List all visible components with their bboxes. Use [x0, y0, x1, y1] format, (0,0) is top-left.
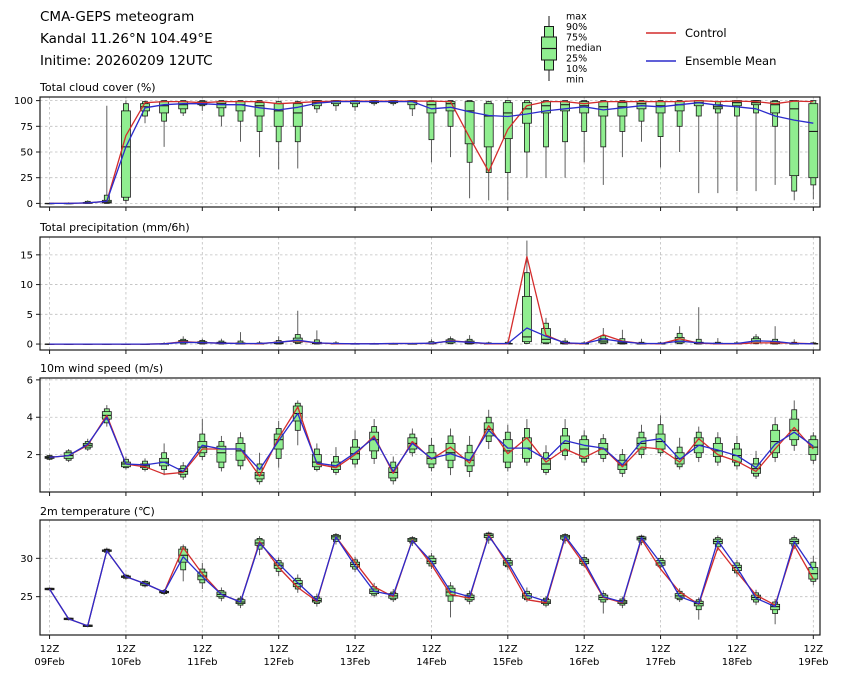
box-25-75-step-10: [236, 102, 245, 111]
x-tick-hour: 12Z: [498, 644, 518, 655]
x-axis-labels: 12Z 09Feb 12Z 10Feb 12Z 11Feb 12Z 12Feb 12Z 13Feb…: [34, 644, 828, 668]
panel-title-wind: 10m wind speed (m/s): [40, 362, 163, 375]
x-tick-date: 17Feb: [645, 657, 675, 668]
x-tick-date: 15Feb: [493, 657, 523, 668]
init-time: Initime: 20260209 12UTC: [40, 53, 213, 69]
y-tick-label: 10: [20, 280, 33, 291]
x-tick-date: 11Feb: [187, 657, 217, 668]
box-25-75-step-39: [790, 419, 799, 440]
box-25-75-step-24: [503, 103, 512, 139]
x-tick-date: 12Feb: [263, 657, 293, 668]
panel-title-temp: 2m temperature (℃): [40, 505, 155, 518]
x-tick-date: 10Feb: [111, 657, 141, 668]
panel-frame: [40, 520, 820, 635]
legend-label-10: 10%: [566, 64, 587, 75]
y-tick-label: 25: [20, 592, 33, 603]
x-tick-hour: 12Z: [804, 644, 824, 655]
box-25-75-step-39: [790, 101, 799, 176]
panel-frame: [40, 237, 820, 350]
x-tick-hour: 12Z: [574, 644, 594, 655]
box-25-75-step-11: [255, 103, 264, 116]
panel-frame: [40, 378, 820, 492]
x-tick-date: 14Feb: [416, 657, 446, 668]
x-tick-hour: 12Z: [116, 644, 136, 655]
y-tick-label: 6: [27, 375, 33, 386]
figure-header: CMA-GEPS meteogram Kandal 11.26°N 104.49…: [40, 9, 213, 69]
legend-label-median: median: [566, 43, 602, 54]
control-legend-label: Control: [685, 26, 727, 40]
meteogram-figure: CMA-GEPS meteogram Kandal 11.26°N 104.49…: [0, 0, 841, 680]
x-tick-hour: 12Z: [40, 644, 60, 655]
ensemble-legend-label: Ensemble Mean: [685, 54, 776, 68]
box-25-75-step-23: [484, 104, 493, 147]
y-tick-label: 30: [20, 554, 33, 565]
y-tick-label: 100: [14, 96, 33, 107]
x-tick-date: 18Feb: [722, 657, 752, 668]
cloud-cover-panel: 0 25 50 75 100: [14, 96, 820, 211]
y-tick-label: 4: [27, 413, 33, 424]
box-25-75-step-30: [618, 103, 627, 116]
y-tick-label: 25: [20, 173, 33, 184]
y-tick-label: 0: [27, 199, 33, 210]
x-tick-hour: 12Z: [345, 644, 365, 655]
y-tick-label: 15: [20, 250, 33, 261]
x-tick-hour: 12Z: [422, 644, 442, 655]
panel-title-cloud: Total cloud cover (%): [39, 81, 156, 94]
temperature-panel: 25 30: [20, 520, 820, 639]
legend-label-90: 90%: [566, 22, 587, 33]
box-25-75-step-6: [160, 102, 169, 113]
y-tick-label: 0: [27, 340, 33, 351]
x-tick-hour: 12Z: [651, 644, 671, 655]
box-25-75-step-25: [522, 296, 531, 341]
line-legend: Control Ensemble Mean: [646, 26, 776, 68]
legend-label-max: max: [566, 12, 587, 23]
boxplot-legend: max 90% 75% median 25% 10% min: [542, 12, 602, 86]
x-tick-date: 19Feb: [798, 657, 828, 668]
y-tick-label: 5: [27, 310, 33, 321]
y-tick-label: 50: [20, 148, 33, 159]
panel-title-precip: Total precipitation (mm/6h): [39, 221, 190, 234]
y-tick-label: 2: [27, 450, 33, 461]
box-25-75-step-12: [274, 104, 283, 127]
box-25-75-step-40: [809, 104, 818, 178]
figure-title: CMA-GEPS meteogram: [40, 9, 194, 25]
legend-label-25: 25%: [566, 54, 587, 65]
x-tick-date: 13Feb: [340, 657, 370, 668]
legend-label-75: 75%: [566, 33, 587, 44]
box-25-75-step-21: [446, 443, 455, 460]
y-tick-label: 75: [20, 122, 33, 133]
x-tick-hour: 12Z: [193, 644, 213, 655]
x-tick-date: 09Feb: [34, 657, 64, 668]
box-25-75-step-33: [675, 102, 684, 111]
meteogram-canvas: CMA-GEPS meteogram Kandal 11.26°N 104.49…: [0, 0, 841, 680]
wind-speed-panel: 2 4 6: [27, 375, 820, 496]
x-tick-hour: 12Z: [269, 644, 289, 655]
precipitation-panel: 0 5 10 15: [20, 237, 820, 354]
station-coords: Kandal 11.26°N 104.49°E: [40, 31, 213, 47]
x-tick-hour: 12Z: [727, 644, 747, 655]
x-tick-date: 16Feb: [569, 657, 599, 668]
legend-label-min: min: [566, 75, 584, 86]
